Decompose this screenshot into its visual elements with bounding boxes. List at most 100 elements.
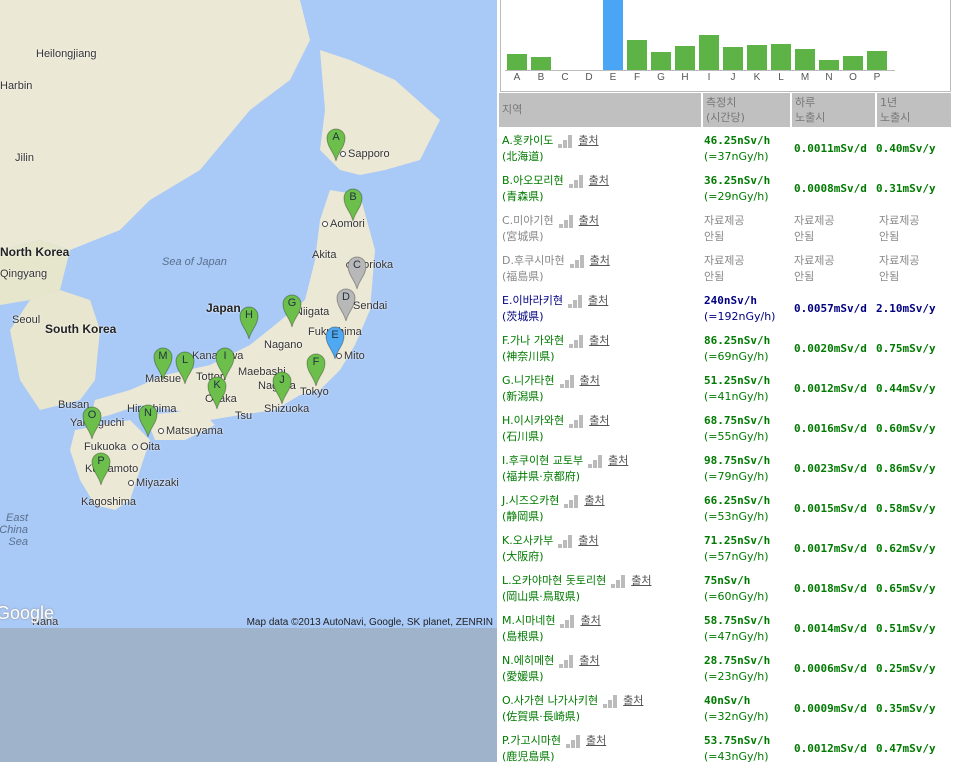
bar-b[interactable] (531, 57, 551, 70)
city-name: Tsu (235, 410, 253, 422)
bar-o[interactable] (843, 56, 863, 70)
region-kanji: (静岡県) (502, 510, 544, 523)
yearly-exposure: 0.62mSv/y (876, 542, 936, 555)
bar-a[interactable] (507, 53, 527, 70)
marker-label: J (279, 374, 285, 386)
source-link[interactable]: 출처 (623, 694, 643, 707)
city-name: Akita (312, 249, 337, 261)
signal-chart-icon[interactable] (559, 654, 577, 668)
marker-label: A (332, 131, 340, 143)
map-marker-l[interactable]: L (175, 351, 195, 385)
bar-i[interactable] (699, 35, 719, 70)
daily-exposure: 0.0014mSv/d (794, 622, 867, 635)
x-tick-label: M (800, 72, 810, 83)
header-yearly-exposure: 1년 노출시 (877, 93, 951, 127)
signal-chart-icon[interactable] (564, 494, 582, 508)
source-link[interactable]: 출처 (580, 614, 600, 627)
google-logo: Google (0, 603, 55, 623)
bar-k[interactable] (747, 45, 767, 70)
x-tick-label: F (633, 72, 641, 83)
signal-chart-icon[interactable] (588, 454, 606, 468)
marker-label: P (97, 455, 105, 467)
signal-chart-icon[interactable] (611, 574, 629, 588)
country-label: North Korea (0, 245, 70, 259)
country-label: South Korea (45, 322, 117, 336)
bar-p[interactable] (867, 51, 887, 70)
signal-chart-icon[interactable] (569, 254, 588, 268)
city-name: Sapporo (348, 148, 390, 160)
region-cell: C.미야기현 출처 (宮城県) (502, 213, 599, 245)
signal-chart-icon[interactable] (560, 614, 578, 628)
source-link[interactable]: 출처 (578, 534, 598, 547)
signal-chart-icon[interactable] (603, 694, 621, 708)
bar-j[interactable] (723, 46, 743, 70)
x-tick-label: L (778, 72, 784, 83)
signal-chart-icon[interactable] (558, 134, 576, 148)
source-link[interactable]: 출처 (608, 454, 628, 467)
bar-e[interactable] (603, 0, 623, 70)
map-marker-p[interactable]: P (91, 452, 111, 486)
signal-chart-icon[interactable] (558, 534, 576, 548)
signal-chart-icon[interactable] (559, 374, 578, 388)
daily-exposure: 0.0057mSv/d (794, 302, 867, 315)
signal-chart-icon[interactable] (558, 214, 577, 228)
map-marker-a[interactable]: A (326, 128, 346, 162)
source-link[interactable]: 출처 (589, 174, 609, 187)
city-name: Seoul (12, 314, 41, 326)
source-link[interactable]: 출처 (584, 494, 604, 507)
source-link[interactable]: 출처 (579, 654, 599, 667)
map-marker-g[interactable]: G (282, 294, 302, 328)
region-cell: L.오카야마현 돗토리현 출처 (岡山県·鳥取県) (502, 573, 651, 605)
table-row: I.후쿠이현 교토부 출처 (福井県·京都府) 98.75nSv/h (=79nGy/h… (499, 450, 951, 490)
signal-chart-icon[interactable] (566, 734, 584, 748)
map-attribution[interactable]: Map data ©2013 AutoNavi, Google, SK plan… (247, 617, 493, 628)
signal-chart-icon[interactable] (568, 174, 587, 188)
source-link[interactable]: 출처 (631, 574, 651, 587)
source-link[interactable]: 출처 (590, 254, 610, 267)
source-link[interactable]: 출처 (579, 214, 599, 227)
source-link[interactable]: 출처 (578, 134, 598, 147)
source-link[interactable]: 출처 (589, 414, 609, 427)
source-link[interactable]: 출처 (586, 734, 606, 747)
map-marker-o[interactable]: O (82, 406, 102, 440)
region-name: J.시즈오카현 (502, 494, 560, 507)
map-marker-h[interactable]: H (239, 306, 259, 340)
map-marker-m[interactable]: M (153, 347, 173, 381)
city-label: Kagoshima (81, 496, 136, 508)
bar-n[interactable] (819, 59, 839, 70)
region-kanji: (大阪府) (502, 550, 544, 563)
header-region: 지역 (499, 93, 701, 127)
map-marker-f[interactable]: F (306, 353, 326, 387)
source-link[interactable]: 출처 (588, 294, 608, 307)
map-marker-n[interactable]: N (138, 404, 158, 438)
map-marker-b[interactable]: B (343, 188, 363, 222)
map-marker-c[interactable]: C (347, 256, 367, 290)
region-cell: B.아오모리현 출처 (青森県) (502, 173, 609, 205)
signal-chart-icon[interactable] (568, 294, 586, 308)
city-label: Matsuyama (158, 425, 223, 437)
yearly-exposure: 0.35mSv/y (876, 702, 936, 715)
table-row: E.이바라키현 출처 (茨城県) 240nSv/h (=192nGy/h) 0.0057m… (499, 290, 951, 330)
marker-label: N (144, 407, 152, 419)
city-name: Sendai (353, 300, 388, 312)
source-link[interactable]: 출처 (580, 374, 600, 387)
bar-l[interactable] (771, 43, 791, 70)
x-tick-label: N (825, 72, 833, 83)
signal-chart-icon[interactable] (569, 414, 587, 428)
marker-label: L (181, 354, 189, 366)
map-marker-e[interactable]: E (325, 326, 345, 360)
map-marker-d[interactable]: D (336, 288, 356, 322)
signal-chart-icon[interactable] (569, 334, 587, 348)
bar-g[interactable] (651, 52, 671, 70)
gray-value: (=69nGy/h) (704, 350, 769, 363)
bar-h[interactable] (675, 45, 695, 70)
yearly-exposure: 0.47mSv/y (876, 742, 936, 755)
map-marker-j[interactable]: J (272, 371, 292, 405)
bar-m[interactable] (795, 49, 815, 70)
source-link[interactable]: 출처 (589, 334, 609, 347)
city-dot (322, 221, 328, 227)
bar-f[interactable] (627, 39, 647, 70)
map-marker-k[interactable]: K (207, 376, 227, 410)
map[interactable]: Heilongjiang Harbin Jilin Seoul Busan Sapporo… (0, 0, 497, 628)
gray-value: (=47nGy/h) (704, 630, 769, 643)
